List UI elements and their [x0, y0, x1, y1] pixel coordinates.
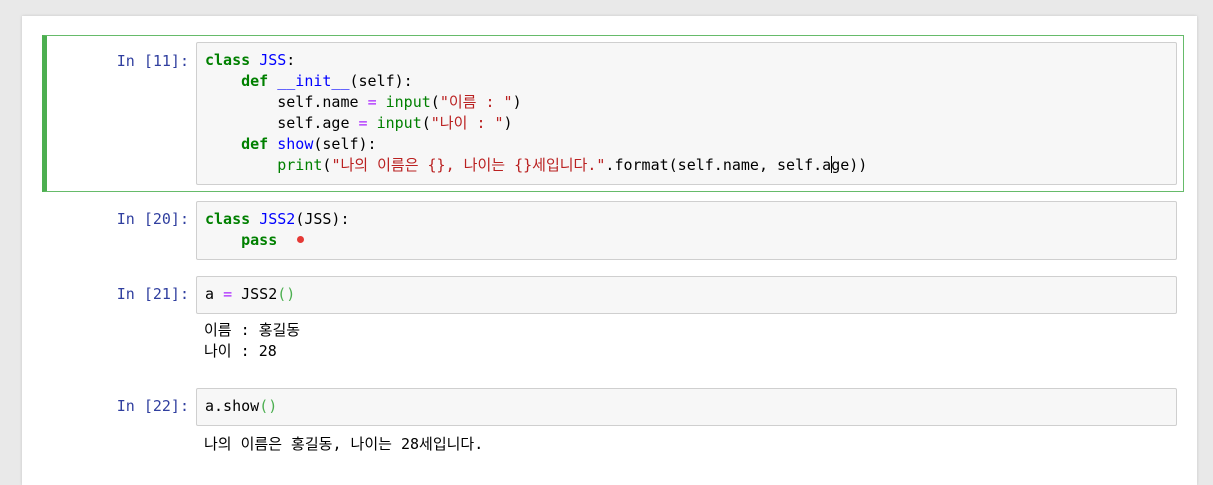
code-text[interactable]: a.show(): [197, 389, 1176, 424]
code-input[interactable]: a.show(): [196, 388, 1177, 426]
code-input[interactable]: class JSS: def __init__(self): self.name…: [196, 42, 1177, 185]
code-input[interactable]: a = JSS2(): [196, 276, 1177, 314]
code-text[interactable]: class JSS2(JSS): pass: [197, 202, 1176, 258]
code-cell-3[interactable]: In [21]: a = JSS2() 이름 : 홍길동 나이 : 28: [42, 274, 1183, 374]
code-cell-1[interactable]: In [11]: class JSS: def __init__(self): …: [42, 35, 1184, 192]
code-text[interactable]: class JSS: def __init__(self): self.name…: [197, 43, 1176, 183]
cell-prompt: In [22]:: [116, 397, 189, 415]
cell-prompt: In [20]:: [116, 210, 189, 228]
code-text[interactable]: a = JSS2(): [197, 277, 1176, 312]
cell-prompt: In [11]:: [116, 52, 189, 70]
code-cell-2[interactable]: In [20]: class JSS2(JSS): pass: [42, 200, 1183, 262]
cell-output: 이름 : 홍길동 나이 : 28: [204, 321, 301, 360]
cell-prompt: In [21]:: [116, 285, 189, 303]
code-input[interactable]: class JSS2(JSS): pass: [196, 201, 1177, 260]
notebook-container: In [11]: class JSS: def __init__(self): …: [22, 16, 1197, 485]
code-cell-4[interactable]: In [22]: a.show() 나의 이름은 홍길동, 나이는 28세입니다…: [42, 386, 1183, 466]
cell-output: 나의 이름은 홍길동, 나이는 28세입니다.: [204, 435, 484, 453]
pointer-dot: [297, 236, 305, 243]
